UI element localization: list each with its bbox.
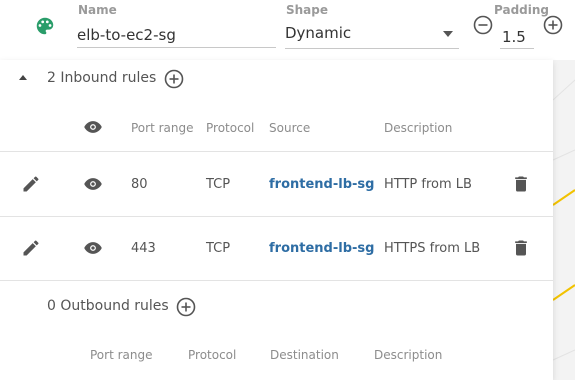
plus-circle-icon[interactable] bbox=[543, 15, 563, 35]
port-range-cell: 443 bbox=[131, 241, 156, 256]
col-description: Description bbox=[374, 348, 443, 362]
add-outbound-rule-icon[interactable] bbox=[176, 297, 196, 317]
divider bbox=[0, 216, 553, 217]
collapse-caret-icon[interactable] bbox=[19, 75, 27, 80]
properties-bar: Name Shape Dynamic Padding bbox=[0, 0, 575, 60]
pencil-icon[interactable] bbox=[21, 238, 41, 258]
shape-value: Dynamic bbox=[285, 24, 352, 42]
padding-label: Padding bbox=[494, 3, 549, 17]
eye-icon[interactable] bbox=[83, 238, 103, 258]
eye-icon bbox=[84, 121, 102, 133]
protocol-cell: TCP bbox=[206, 177, 231, 192]
add-inbound-rule-icon[interactable] bbox=[164, 69, 184, 89]
port-range-cell: 80 bbox=[131, 177, 148, 192]
name-label: Name bbox=[78, 3, 117, 17]
col-source: Source bbox=[269, 121, 311, 135]
minus-circle-icon[interactable] bbox=[473, 15, 493, 35]
name-field[interactable] bbox=[77, 23, 276, 48]
col-protocol: Protocol bbox=[188, 348, 237, 362]
col-description: Description bbox=[384, 121, 453, 135]
trash-icon[interactable] bbox=[511, 174, 531, 194]
protocol-cell: TCP bbox=[206, 241, 231, 256]
outbound-title: 0 Outbound rules bbox=[47, 298, 169, 314]
padding-field[interactable] bbox=[500, 26, 534, 49]
pencil-icon[interactable] bbox=[21, 174, 41, 194]
source-link[interactable]: frontend-lb-sg bbox=[269, 177, 374, 192]
chevron-down-icon bbox=[443, 31, 453, 37]
col-protocol: Protocol bbox=[206, 121, 255, 135]
col-destination: Destination bbox=[270, 348, 339, 362]
shape-select[interactable]: Dynamic bbox=[285, 23, 459, 49]
palette-icon[interactable] bbox=[34, 15, 56, 37]
trash-icon[interactable] bbox=[511, 238, 531, 258]
description-cell: HTTP from LB bbox=[384, 177, 472, 192]
divider bbox=[0, 151, 553, 152]
divider bbox=[0, 280, 553, 281]
eye-icon[interactable] bbox=[83, 174, 103, 194]
source-link[interactable]: frontend-lb-sg bbox=[269, 241, 374, 256]
rules-panel: 2 Inbound rules Port range Protocol Sour… bbox=[0, 60, 553, 380]
shape-label: Shape bbox=[286, 3, 329, 17]
inbound-title: 2 Inbound rules bbox=[47, 70, 157, 86]
description-cell: HTTPS from LB bbox=[384, 241, 481, 256]
col-port-range: Port range bbox=[131, 121, 194, 135]
col-port-range: Port range bbox=[90, 348, 153, 362]
